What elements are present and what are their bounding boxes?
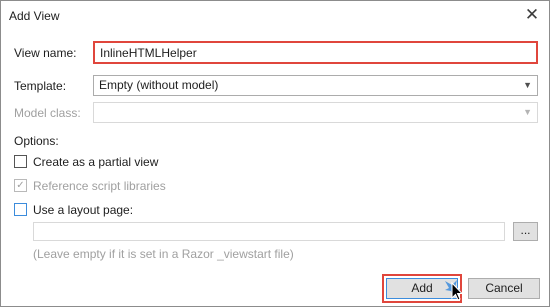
- add-button[interactable]: Add: [386, 278, 458, 299]
- template-selected-value: Empty (without model): [99, 78, 219, 92]
- view-name-input[interactable]: [93, 41, 538, 64]
- partial-view-checkbox[interactable]: [14, 155, 27, 168]
- model-class-select[interactable]: ▼: [93, 102, 538, 123]
- chevron-down-icon: ▼: [523, 80, 532, 90]
- layout-hint-text: (Leave empty if it is set in a Razor _vi…: [33, 247, 294, 261]
- dialog-title: Add View: [9, 9, 60, 23]
- template-label: Template:: [14, 79, 67, 93]
- chevron-down-icon: ▼: [523, 107, 532, 117]
- reference-scripts-label: Reference script libraries: [33, 179, 166, 193]
- layout-page-label: Use a layout page:: [33, 203, 134, 217]
- close-icon[interactable]: ✕: [521, 5, 543, 25]
- title-bar: Add View ✕: [1, 1, 549, 31]
- layout-page-checkbox[interactable]: [14, 203, 27, 216]
- add-view-dialog: Add View ✕ View name: Template: Empty (w…: [0, 0, 550, 307]
- view-name-label: View name:: [14, 46, 77, 60]
- browse-button[interactable]: ...: [513, 222, 538, 241]
- reference-scripts-checkbox: ✓: [14, 179, 27, 192]
- template-select[interactable]: Empty (without model) ▼: [93, 75, 538, 96]
- partial-view-label: Create as a partial view: [33, 155, 159, 169]
- cancel-button[interactable]: Cancel: [468, 278, 540, 299]
- model-class-label: Model class:: [14, 106, 81, 120]
- options-label: Options:: [14, 134, 59, 148]
- layout-path-input[interactable]: [33, 222, 505, 241]
